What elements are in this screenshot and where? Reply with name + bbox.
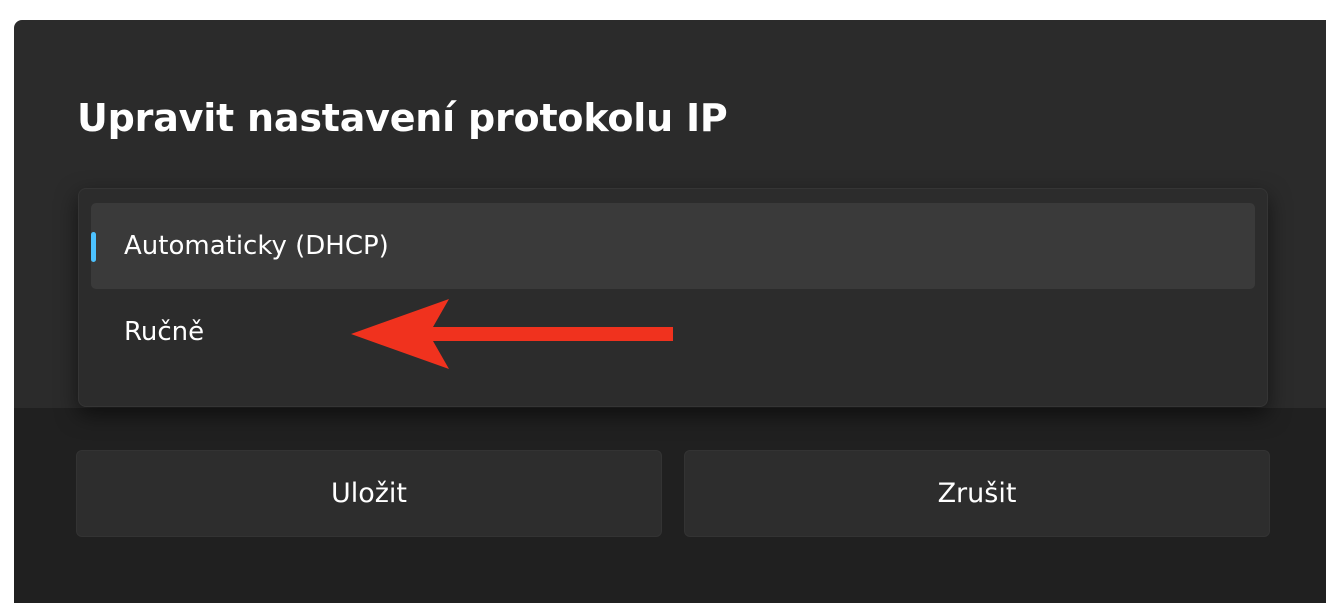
edit-ip-settings-dialog: Upravit nastavení protokolu IP Automatic… <box>14 20 1326 603</box>
cancel-button[interactable]: Zrušit <box>684 450 1270 537</box>
selection-indicator <box>91 232 96 262</box>
option-automatic-dhcp[interactable]: Automaticky (DHCP) <box>91 203 1255 289</box>
option-manual[interactable]: Ručně <box>91 289 1255 375</box>
red-arrow-icon <box>351 299 673 369</box>
option-label: Automaticky (DHCP) <box>124 231 389 261</box>
dialog-title: Upravit nastavení protokolu IP <box>77 96 728 140</box>
option-label: Ručně <box>124 317 205 347</box>
ip-assignment-dropdown-list: Automaticky (DHCP) Ručně <box>78 188 1268 407</box>
save-button[interactable]: Uložit <box>76 450 662 537</box>
